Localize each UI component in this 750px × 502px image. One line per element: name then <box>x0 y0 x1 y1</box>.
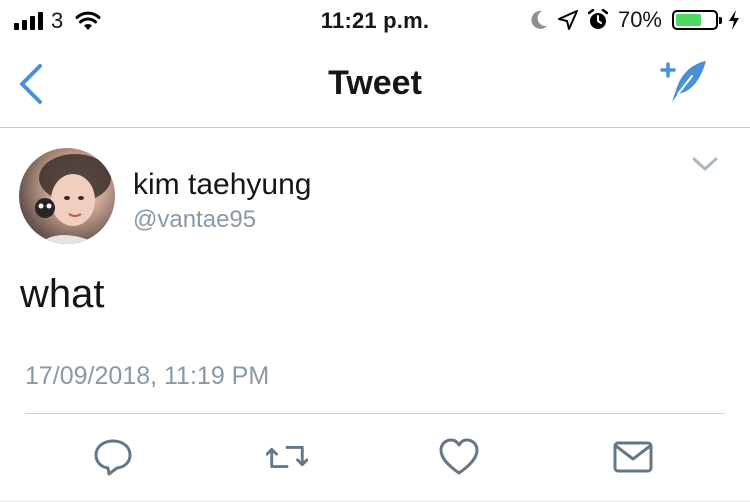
tweet-actions-bar <box>0 414 750 502</box>
reply-icon <box>94 439 132 476</box>
location-icon <box>557 10 578 30</box>
heart-icon <box>439 438 479 475</box>
tweet-timestamp[interactable]: 17/09/2018, 11:19 PM <box>25 362 269 391</box>
status-bar: 3 11:21 p.m. 70% <box>0 0 750 40</box>
avatar[interactable] <box>19 148 115 244</box>
like-button[interactable] <box>438 436 480 478</box>
retweet-icon <box>266 446 308 468</box>
tweet-detail-screen: 3 11:21 p.m. 70% Tweet kim taehyung @van… <box>0 0 750 502</box>
battery-percent: 70% <box>617 7 662 32</box>
share-button[interactable] <box>612 436 654 478</box>
battery-tip <box>719 17 722 24</box>
tweet-header: kim taehyung @vantae95 <box>0 128 750 258</box>
display-name[interactable]: kim taehyung <box>133 168 311 202</box>
retweet-button[interactable] <box>266 436 308 478</box>
compose-tweet-icon[interactable] <box>660 58 710 106</box>
battery-icon <box>672 10 722 30</box>
alarm-icon <box>587 9 608 29</box>
battery-fill <box>676 14 702 26</box>
avatar-image <box>35 154 111 244</box>
charging-icon <box>729 10 739 30</box>
navigation-bar: Tweet <box>0 40 750 128</box>
page-title: Tweet <box>328 64 422 102</box>
status-bar-right: 70% <box>530 6 740 34</box>
tweet-text: what <box>20 272 105 316</box>
moon-icon <box>531 10 547 29</box>
mail-icon <box>613 441 653 473</box>
username[interactable]: @vantae95 <box>133 206 256 234</box>
reply-button[interactable] <box>92 436 134 478</box>
chevron-down-icon[interactable] <box>690 154 720 174</box>
